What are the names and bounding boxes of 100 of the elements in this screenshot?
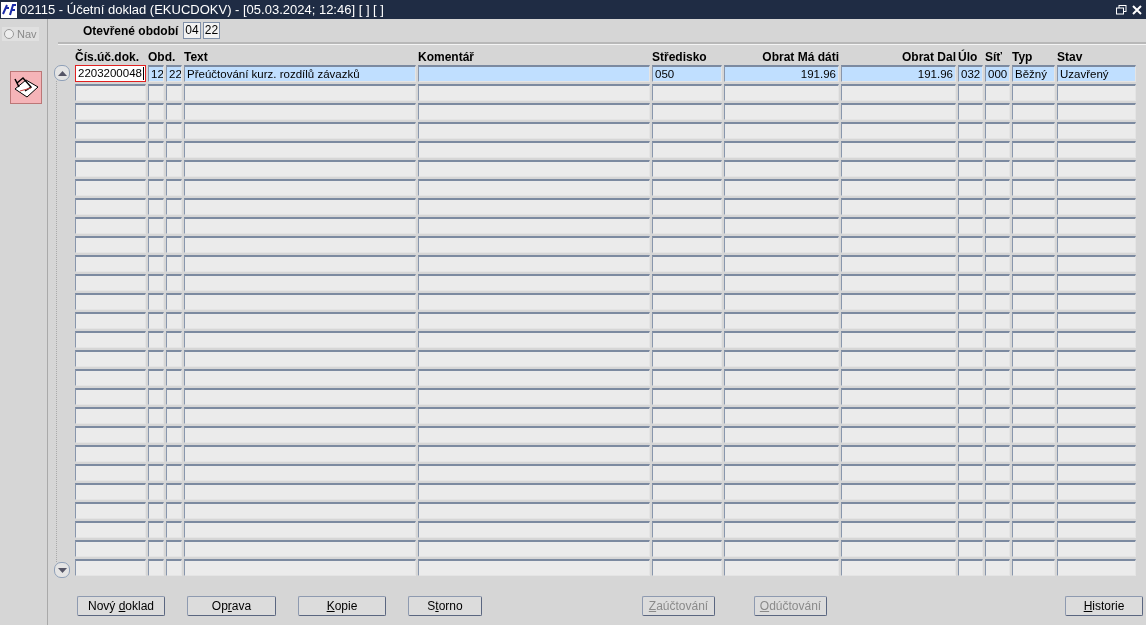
table-cell[interactable]: [184, 540, 416, 557]
table-cell[interactable]: [724, 293, 839, 310]
table-cell[interactable]: [985, 122, 1010, 139]
table-cell[interactable]: [184, 483, 416, 500]
table-cell[interactable]: [958, 236, 983, 253]
table-cell[interactable]: [166, 426, 182, 443]
table-cell[interactable]: [724, 84, 839, 101]
table-cell[interactable]: [652, 103, 722, 120]
table-cell[interactable]: [184, 122, 416, 139]
table-cell[interactable]: [724, 141, 839, 158]
table-cell[interactable]: [1057, 103, 1136, 120]
table-cell[interactable]: [184, 236, 416, 253]
table-cell[interactable]: [418, 369, 650, 386]
table-cell[interactable]: [958, 521, 983, 538]
table-cell[interactable]: [652, 331, 722, 348]
table-cell[interactable]: [724, 464, 839, 481]
table-cell[interactable]: [166, 217, 182, 234]
table-cell[interactable]: [166, 350, 182, 367]
table-cell[interactable]: [1012, 502, 1055, 519]
table-cell[interactable]: Uzavřený: [1057, 65, 1136, 82]
table-cell[interactable]: [724, 521, 839, 538]
table-cell[interactable]: [418, 445, 650, 462]
table-cell[interactable]: Přeúčtování kurz. rozdílů závazků: [184, 65, 416, 82]
table-cell[interactable]: [418, 274, 650, 291]
table-cell[interactable]: [1012, 255, 1055, 272]
scroll-up-button[interactable]: [54, 65, 70, 81]
table-cell[interactable]: [1012, 103, 1055, 120]
table-cell[interactable]: [841, 198, 956, 215]
pen-on-paper-icon[interactable]: [10, 71, 42, 104]
table-cell[interactable]: [985, 160, 1010, 177]
table-cell[interactable]: [724, 540, 839, 557]
table-cell[interactable]: [418, 388, 650, 405]
table-cell[interactable]: [184, 312, 416, 329]
table-cell[interactable]: [652, 293, 722, 310]
table-cell[interactable]: [148, 160, 164, 177]
table-cell[interactable]: [652, 179, 722, 196]
table-cell[interactable]: [166, 388, 182, 405]
table-cell[interactable]: [652, 217, 722, 234]
table-cell[interactable]: [418, 350, 650, 367]
table-cell[interactable]: [166, 179, 182, 196]
table-cell[interactable]: [184, 255, 416, 272]
table-cell[interactable]: [75, 559, 146, 576]
table-cell[interactable]: [724, 483, 839, 500]
table-cell[interactable]: [985, 198, 1010, 215]
table-cell[interactable]: [184, 426, 416, 443]
table-cell[interactable]: [1057, 312, 1136, 329]
table-cell[interactable]: [418, 407, 650, 424]
table-cell[interactable]: [985, 103, 1010, 120]
table-cell[interactable]: [184, 521, 416, 538]
table-cell[interactable]: [184, 369, 416, 386]
table-cell[interactable]: [724, 388, 839, 405]
table-cell[interactable]: [75, 141, 146, 158]
table-cell[interactable]: [1057, 198, 1136, 215]
table-cell[interactable]: [985, 236, 1010, 253]
table-cell[interactable]: [958, 293, 983, 310]
table-cell[interactable]: Běžný: [1012, 65, 1055, 82]
table-cell[interactable]: [75, 540, 146, 557]
table-cell[interactable]: [75, 103, 146, 120]
table-cell[interactable]: [148, 559, 164, 576]
table-cell[interactable]: [1057, 445, 1136, 462]
table-cell[interactable]: [418, 502, 650, 519]
table-cell[interactable]: [166, 445, 182, 462]
table-cell[interactable]: [841, 331, 956, 348]
table-cell[interactable]: [75, 217, 146, 234]
table-cell[interactable]: [1012, 274, 1055, 291]
table-cell[interactable]: [184, 388, 416, 405]
action-button[interactable]: Nový doklad: [77, 596, 165, 616]
table-cell[interactable]: [1012, 179, 1055, 196]
table-cell[interactable]: [652, 84, 722, 101]
table-cell[interactable]: [958, 141, 983, 158]
table-cell[interactable]: [166, 464, 182, 481]
table-cell[interactable]: [1057, 388, 1136, 405]
table-cell[interactable]: [166, 198, 182, 215]
table-cell[interactable]: [184, 84, 416, 101]
table-cell[interactable]: [958, 426, 983, 443]
table-cell[interactable]: [724, 103, 839, 120]
table-cell[interactable]: [75, 198, 146, 215]
table-cell[interactable]: [652, 521, 722, 538]
table-cell[interactable]: [1012, 160, 1055, 177]
table-cell[interactable]: [652, 122, 722, 139]
table-cell[interactable]: [1057, 217, 1136, 234]
table-cell[interactable]: [724, 426, 839, 443]
table-cell[interactable]: [75, 521, 146, 538]
table-cell[interactable]: [1012, 388, 1055, 405]
table-cell[interactable]: [724, 179, 839, 196]
table-cell[interactable]: [1057, 84, 1136, 101]
action-button[interactable]: Storno: [408, 596, 482, 616]
table-cell[interactable]: [652, 350, 722, 367]
table-cell[interactable]: [184, 293, 416, 310]
table-cell[interactable]: [184, 350, 416, 367]
table-cell[interactable]: [958, 369, 983, 386]
table-cell[interactable]: [724, 198, 839, 215]
table-cell[interactable]: [184, 141, 416, 158]
table-cell[interactable]: [1012, 312, 1055, 329]
table-cell[interactable]: [1057, 274, 1136, 291]
table-cell[interactable]: [418, 141, 650, 158]
table-cell[interactable]: [418, 160, 650, 177]
table-cell[interactable]: [418, 198, 650, 215]
table-cell[interactable]: [724, 331, 839, 348]
table-cell[interactable]: [148, 407, 164, 424]
